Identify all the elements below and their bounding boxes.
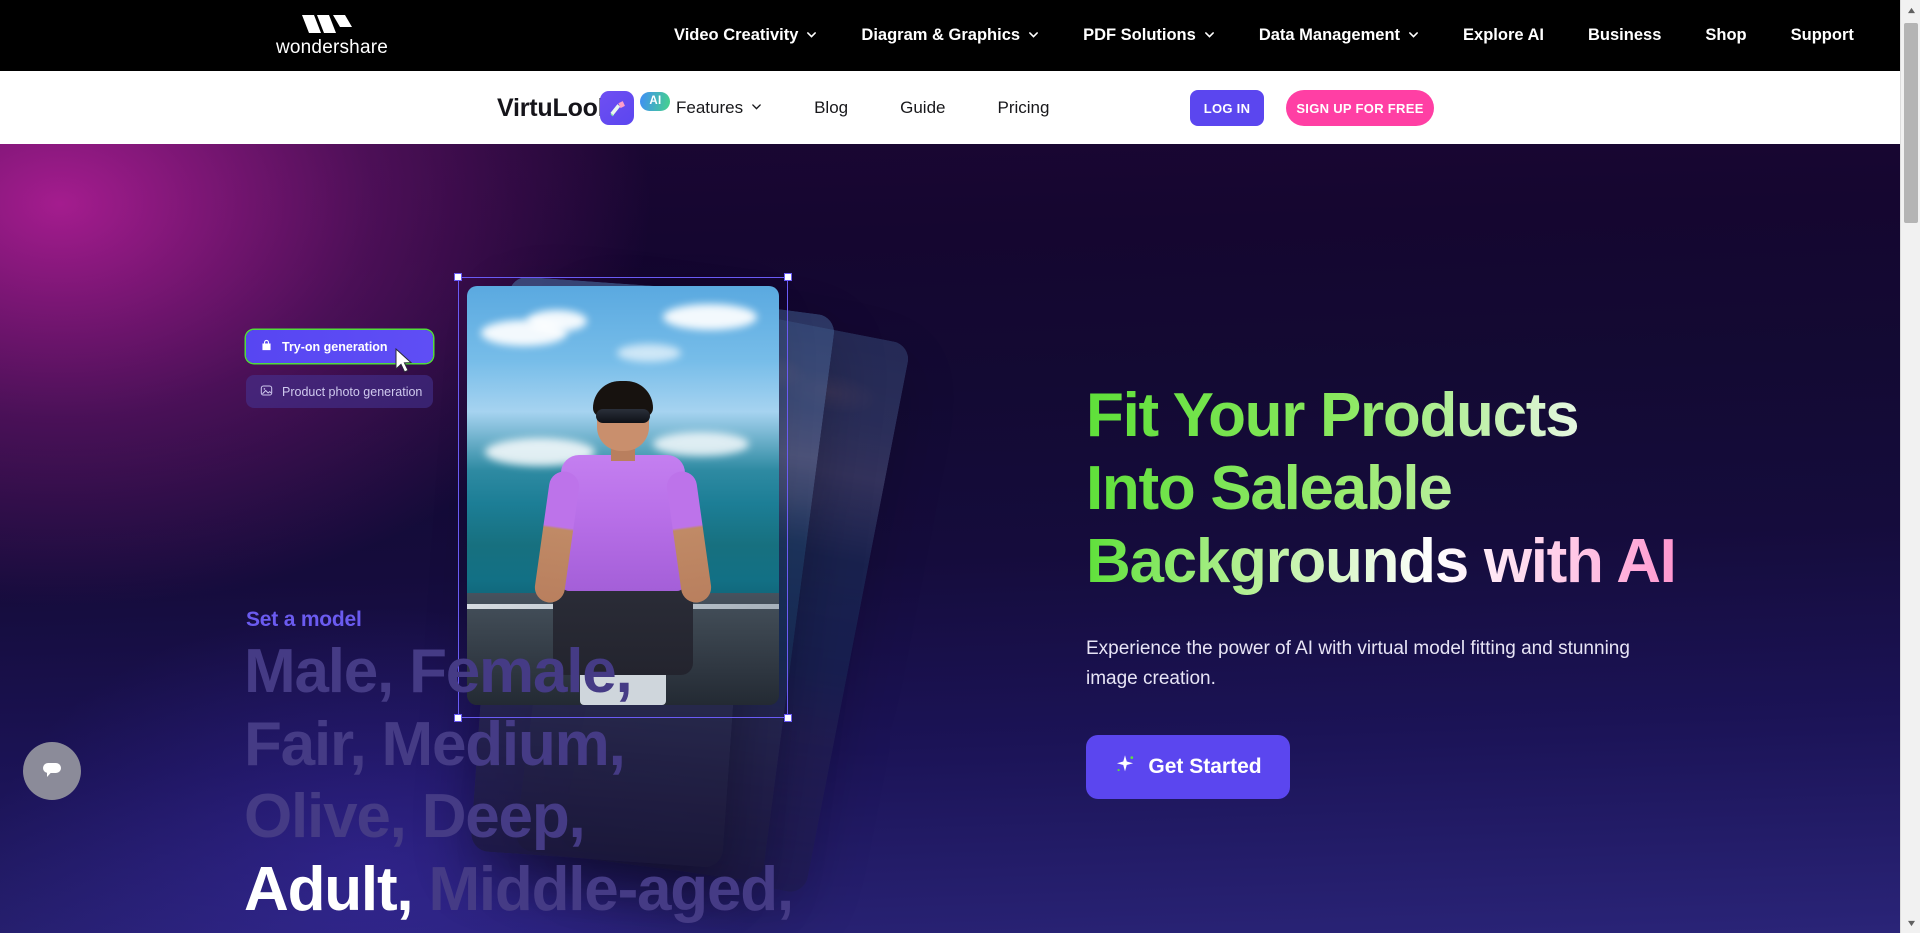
ws-nav-business[interactable]: Business	[1566, 0, 1683, 71]
ws-nav-shop[interactable]: Shop	[1683, 0, 1768, 71]
ws-nav-data-management[interactable]: Data Management	[1237, 0, 1441, 71]
nav-item-label: Pricing	[997, 97, 1050, 117]
chat-bubble-icon	[38, 755, 66, 788]
virtulook-logo[interactable]: VirtuLook AI	[497, 91, 671, 125]
nav-item-label: Features	[676, 97, 744, 117]
product-photo-label: Product photo generation	[282, 384, 423, 399]
chevron-down-icon	[1028, 29, 1039, 40]
nav-item-features[interactable]: Features	[650, 71, 788, 144]
virtulook-wordmark: VirtuLook	[497, 93, 612, 122]
generation-mode-group: Try-on generation Product photo generati…	[246, 330, 436, 408]
ws-nav-label: Business	[1588, 26, 1662, 44]
headline-line-1: Fit Your Products	[1086, 379, 1726, 452]
chevron-down-icon	[1204, 29, 1215, 40]
product-photo-generation-button[interactable]: Product photo generation	[246, 375, 433, 408]
wondershare-logo-icon	[300, 13, 364, 35]
try-on-generation-button[interactable]: Try-on generation	[246, 330, 433, 373]
get-started-button[interactable]: Get Started	[1086, 735, 1290, 800]
nav-actions: LOG IN SIGN UP FOR FREE	[1190, 90, 1434, 126]
highlight-underline-icon	[244, 923, 410, 930]
chevron-down-icon	[1408, 29, 1419, 40]
word-line-1: Fair, Medium,	[244, 709, 626, 779]
ws-nav-pdf-solutions[interactable]: PDF Solutions	[1061, 0, 1237, 71]
ws-nav-label: Shop	[1705, 26, 1747, 44]
nav-item-guide[interactable]: Guide	[874, 71, 971, 144]
word-line-2: Olive, Deep,	[244, 782, 586, 852]
resize-handle-top-left[interactable]	[454, 273, 462, 281]
ws-nav-support[interactable]: Support	[1769, 0, 1876, 71]
model-attribute-list: Male, Female, Fair, Medium, Olive, Deep,…	[244, 636, 794, 933]
ws-nav-label: Support	[1790, 26, 1854, 44]
ws-nav-explore-ai[interactable]: Explore AI	[1441, 0, 1566, 71]
ws-nav-label: Video Creativity	[674, 26, 799, 44]
page-scrollbar[interactable]	[1900, 0, 1920, 933]
nav-item-pricing[interactable]: Pricing	[972, 71, 1076, 144]
word-line-0: Male, Female,	[244, 637, 633, 706]
hero-subtitle: Experience the power of AI with virtual …	[1086, 638, 1630, 689]
try-on-label: Try-on generation	[282, 339, 388, 354]
ws-nav-label: PDF Solutions	[1083, 26, 1196, 44]
ws-nav-diagram-graphics[interactable]: Diagram & Graphics	[839, 0, 1061, 71]
virtulook-app-icon	[600, 91, 635, 125]
wondershare-nav: Video Creativity Diagram & Graphics PDF …	[652, 0, 1876, 71]
wondershare-wordmark: wondershare	[275, 37, 389, 58]
nav-item-blog[interactable]: Blog	[788, 71, 874, 144]
scroll-up-arrow-icon[interactable]	[1901, 0, 1920, 20]
wondershare-logo[interactable]: wondershare	[272, 10, 392, 62]
headline-line-3: Backgrounds with AI	[1086, 525, 1726, 598]
login-button[interactable]: LOG IN	[1190, 90, 1264, 126]
nav-item-label: Guide	[900, 97, 946, 117]
resize-handle-top-right[interactable]	[784, 273, 792, 281]
chevron-down-icon	[806, 29, 817, 40]
product-nav-bar: VirtuLook AI Features Blog Guide Pricing…	[0, 71, 1900, 144]
product-nav-items: Features Blog Guide Pricing	[650, 71, 1075, 144]
scroll-down-arrow-icon[interactable]	[1901, 913, 1920, 933]
highlighted-word-text: Adult,	[244, 854, 414, 924]
ws-nav-label: Diagram & Graphics	[861, 26, 1021, 44]
word-line-3: Adult, Middle-aged,	[244, 854, 794, 927]
get-started-label: Get Started	[1148, 755, 1262, 779]
scrollbar-thumb[interactable]	[1904, 23, 1918, 223]
signup-button[interactable]: SIGN UP FOR FREE	[1286, 90, 1434, 126]
set-a-model-label: Set a model	[246, 608, 362, 631]
bag-icon	[260, 339, 273, 355]
page-title: Fit Your Products Into Saleable Backgrou…	[1086, 379, 1726, 598]
chat-widget-button[interactable]	[23, 742, 81, 800]
ws-nav-video-creativity[interactable]: Video Creativity	[652, 0, 839, 71]
word-line-3-rest: Middle-aged,	[412, 854, 794, 924]
mouse-cursor-icon	[394, 347, 414, 374]
wondershare-top-bar: wondershare Video Creativity Diagram & G…	[0, 0, 1900, 71]
nav-item-label: Blog	[814, 97, 849, 117]
headline-line-2: Into Saleable	[1086, 452, 1726, 525]
hero-copy: Fit Your Products Into Saleable Backgrou…	[1086, 379, 1726, 800]
image-icon	[260, 384, 273, 400]
highlighted-word: Adult,	[244, 854, 414, 924]
sparkle-icon	[1114, 753, 1136, 781]
ws-nav-label: Explore AI	[1463, 26, 1545, 44]
hero-section: Try-on generation Product photo generati…	[0, 144, 1900, 933]
chevron-down-icon	[751, 101, 762, 112]
ws-nav-label: Data Management	[1258, 26, 1401, 44]
